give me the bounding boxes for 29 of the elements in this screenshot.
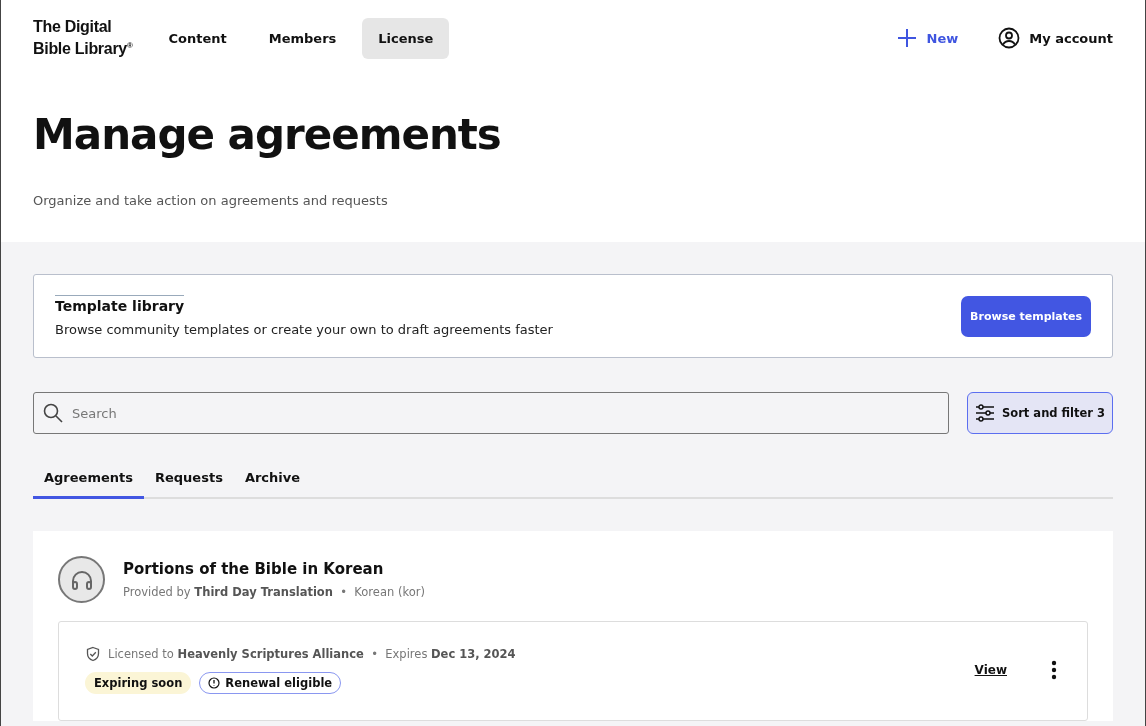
sort-filter-button[interactable]: Sort and filter 3 [967,392,1113,434]
agreement-title: Portions of the Bible in Korean [123,560,385,578]
headphones-icon [58,556,105,603]
nav-link[interactable]: Members [252,17,353,59]
sliders-icon [975,404,995,422]
agreement-meta: Provided by Third Day Translation • Korean (kor) [123,585,425,599]
user-icon [998,27,1021,49]
view-link[interactable]: View [974,663,1007,677]
tab[interactable]: Agreements [33,461,144,499]
browse-templates-button[interactable]: Browse templates [961,295,1091,337]
plus-icon [896,28,917,48]
page-title: Manage agreements [33,110,502,159]
search-field[interactable]: Search [33,392,949,434]
shield-check-icon [85,646,101,662]
card-title: Template library [55,295,185,314]
more-vertical-icon [1051,660,1057,680]
nav-link[interactable]: License [362,17,450,59]
tab[interactable]: Requests [144,461,234,499]
nav-link[interactable]: Content [152,17,243,59]
license-details: Licensed to Heavenly Scriptures Alliance • Expires Dec 13, 2024 [108,647,516,661]
info-icon [208,677,221,689]
new-button[interactable]: New [896,28,959,48]
status-badge: Expiring soon [85,672,192,694]
logo[interactable]: The Digital Bible Library$^{®}$ [33,18,133,58]
status-badge: Renewal eligible [199,672,342,694]
tab[interactable]: Archive [233,461,312,499]
account-button[interactable]: My account [998,27,1113,49]
page-subtitle: Organize and take action on agreements and requests [33,193,389,208]
card-description: Browse community templates or create your own to draft agreements faster [55,322,554,337]
